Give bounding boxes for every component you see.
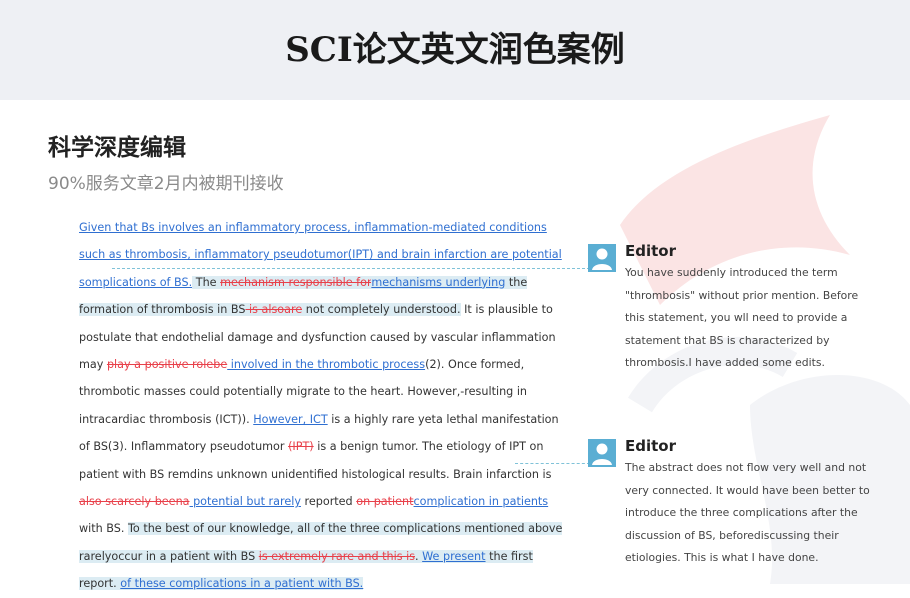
deleted-text: also scarcely beena xyxy=(79,495,190,509)
inserted-text: We present xyxy=(422,549,486,563)
deleted-text: is alsoare xyxy=(245,303,303,317)
inserted-text: potential but rarely xyxy=(189,495,301,509)
comment-author-2: Editor xyxy=(625,437,676,455)
inserted-text: involved in the thrombotic process xyxy=(227,358,426,372)
comment-author-1: Editor xyxy=(625,242,676,260)
page-title: SCI论文英文润色案例 xyxy=(285,30,625,70)
document-text: not completely understood. xyxy=(302,303,461,317)
document-text: with BS. xyxy=(79,522,128,536)
deleted-text: (IPT) xyxy=(288,440,314,454)
editor-avatar-2 xyxy=(588,439,616,467)
inserted-text: complication in patients xyxy=(413,495,549,509)
section-title: 科学深度编辑 xyxy=(48,135,186,161)
section-subtitle: 90%服务文章2月内被期刊接收 xyxy=(48,174,284,194)
deleted-text: play a positive rolebe xyxy=(106,358,228,372)
inserted-text: mechanisms underlying xyxy=(371,275,506,289)
comment-text-1: You have suddenly introduced the term "t… xyxy=(625,266,859,369)
document-text: reported xyxy=(300,495,357,509)
deleted-text: is extremely rare and this is xyxy=(258,549,416,563)
user-icon xyxy=(592,248,612,270)
comment-text-2: The abstract does not flow very well and… xyxy=(625,461,870,564)
editor-avatar-1 xyxy=(588,244,616,272)
comment-connector-2 xyxy=(515,463,590,464)
deleted-text: on patient xyxy=(356,495,414,509)
header-banner: SCI论文英文润色案例 xyxy=(0,0,910,100)
inserted-text: However, ICT xyxy=(253,412,328,426)
deleted-text: mechanism responsible for xyxy=(220,275,372,289)
comment-connector-1 xyxy=(112,268,590,269)
edited-document: Given that Bs involves an inflammatory p… xyxy=(79,214,571,598)
user-icon xyxy=(592,443,612,465)
document-text: The xyxy=(192,275,221,289)
